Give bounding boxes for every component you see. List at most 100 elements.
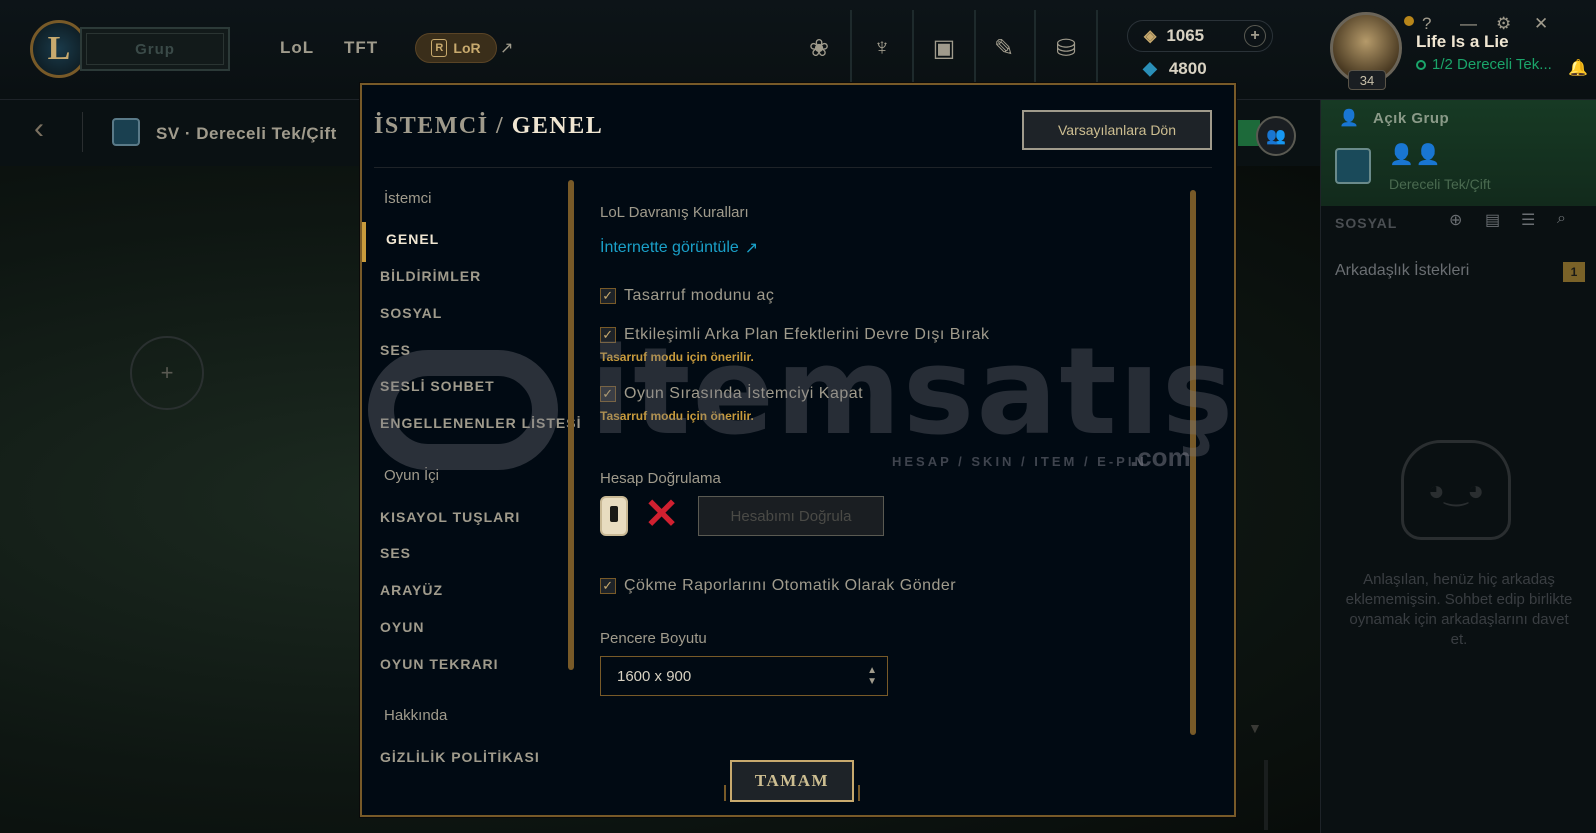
sidebar-section-ingame: Oyun İçi <box>384 467 440 484</box>
sidebar-scrollbar[interactable] <box>568 180 574 670</box>
settings-gear-icon[interactable]: ⚙ <box>1496 14 1511 34</box>
friend-requests-toggle[interactable]: Arkadaşlık İstekleri <box>1335 262 1469 280</box>
open-party-label: Açık Grup <box>1373 110 1450 127</box>
window-size-value: 1600 x 900 <box>617 667 692 685</box>
lobby-divider <box>82 112 83 152</box>
play-button[interactable]: Grup <box>80 27 230 71</box>
search-icon[interactable]: ⌕ <box>1557 210 1566 228</box>
unverified-x-icon: ✕ <box>644 490 680 537</box>
title-parent: İSTEMCİ <box>374 113 489 139</box>
checkbox-checked-icon[interactable]: ✓ <box>600 578 616 594</box>
friend-request-count: 1 <box>1563 262 1585 282</box>
nav-lor[interactable]: R LoR <box>415 33 497 63</box>
low-spec-hint: Tasarruf modu için önerilir. <box>600 350 754 364</box>
sidebar-item-general[interactable]: GENEL <box>386 231 439 247</box>
add-friend-icon[interactable]: ⊕ <box>1449 210 1462 230</box>
online-status-icon <box>1416 59 1426 70</box>
sidebar-item-interface[interactable]: ARAYÜZ <box>380 582 443 598</box>
select-arrows-icon: ▲ ▼ <box>867 665 877 687</box>
no-friends-message: Anlaşılan, henüz hiç arkadaş eklememişsi… <box>1345 571 1573 648</box>
party-queue-name: Dereceli Tek/Çift <box>1389 176 1491 192</box>
low-spec-hint: Tasarruf modu için önerilir. <box>600 409 754 423</box>
modal-divider <box>374 167 1212 168</box>
disable-bg-effects-toggle[interactable]: ✓ Etkileşimli Arka Plan Efektlerini Devr… <box>600 326 990 344</box>
queue-icon <box>112 118 140 146</box>
nav-divider <box>1096 10 1098 86</box>
disable-bg-effects-label: Etkileşimli Arka Plan Efektlerini Devre … <box>624 326 990 343</box>
tft-icon[interactable]: ♆ <box>862 28 902 68</box>
add-player-slot[interactable]: + <box>130 336 204 410</box>
summoner-status-text: 1/2 Dereceli Tek... <box>1432 56 1552 73</box>
back-arrow-icon[interactable]: ‹ <box>34 112 44 146</box>
minimize-icon[interactable]: — <box>1460 14 1477 34</box>
nav-lol[interactable]: LoL <box>280 38 314 58</box>
be-balance: ◆ 4800 <box>1143 58 1207 79</box>
sidebar-item-voice[interactable]: SESLİ SOHBET <box>380 378 495 394</box>
sidebar-item-ingame-sound[interactable]: SES <box>380 545 411 561</box>
help-icon[interactable]: ? <box>1422 14 1431 34</box>
window-size-select[interactable]: 1600 x 900 ▲ ▼ <box>600 656 888 696</box>
loot-icon[interactable]: ✎ <box>984 28 1024 68</box>
invite-friends-icon[interactable]: 👥 <box>1256 116 1296 156</box>
sidebar-item-game[interactable]: OYUN <box>380 619 424 635</box>
sidebar-item-notifications[interactable]: BİLDİRİMLER <box>380 268 481 284</box>
sidebar-item-hotkeys[interactable]: KISAYOL TUŞLARI <box>380 509 520 525</box>
rp-icon: ◈ <box>1144 28 1157 45</box>
social-panel: 👤 Açık Grup 👤👤 Dereceli Tek/Çift SOSYAL … <box>1320 100 1596 833</box>
add-rp-button[interactable]: + <box>1244 25 1266 47</box>
restore-defaults-button[interactable]: Varsayılanlara Dön <box>1022 110 1212 150</box>
crash-reports-toggle[interactable]: ✓ Çökme Raporlarını Otomatik Olarak Gönd… <box>600 577 956 595</box>
chevron-down-icon[interactable]: ▼ <box>1248 720 1262 736</box>
nav-divider <box>912 10 914 86</box>
low-spec-label: Tasarruf modunu aç <box>624 287 775 304</box>
ok-frame-left <box>724 785 728 801</box>
list-view-icon[interactable]: ☰ <box>1521 210 1535 230</box>
window-size-label: Pencere Boyutu <box>600 630 707 647</box>
sidebar-section-about: Hakkında <box>384 707 448 724</box>
content-scrollbar[interactable] <box>1190 190 1196 735</box>
sidebar-item-block-list[interactable]: ENGELLENENLER LİSTESİ <box>380 415 581 431</box>
phone-icon <box>600 496 628 536</box>
external-link-icon: ↗ <box>744 240 759 257</box>
close-icon[interactable]: ✕ <box>1534 14 1548 34</box>
verify-account-button[interactable]: Hesabımı Doğrula <box>698 496 884 536</box>
collection-icon[interactable]: ▣ <box>924 28 964 68</box>
queue-title: SV · Dereceli Tek/Çift <box>156 124 337 143</box>
checkbox-checked-icon[interactable]: ✓ <box>600 288 616 304</box>
rp-balance[interactable]: ◈ 1065 + <box>1127 20 1273 52</box>
sidebar-item-social[interactable]: SOSYAL <box>380 305 442 321</box>
add-folder-icon[interactable]: ▤ <box>1485 210 1500 230</box>
nav-divider <box>1034 10 1036 86</box>
checkbox-checked-icon[interactable]: ✓ <box>600 327 616 343</box>
ok-button[interactable]: TAMAM <box>730 760 854 802</box>
low-spec-toggle[interactable]: ✓ Tasarruf modunu aç <box>600 287 774 305</box>
sidebar-item-sound[interactable]: SES <box>380 342 411 358</box>
nav-tft[interactable]: TFT <box>344 38 378 58</box>
conduct-label: LoL Davranış Kuralları <box>600 204 749 221</box>
checkbox-checked-icon[interactable]: ✓ <box>600 386 616 402</box>
play-button-frame <box>86 33 224 65</box>
status-dot <box>1404 16 1414 26</box>
summoner-name: Life Is a Lie <box>1416 32 1509 51</box>
ok-frame-right <box>856 785 860 801</box>
be-amount: 4800 <box>1168 58 1207 78</box>
sidebar-active-indicator <box>362 222 366 262</box>
notification-bell-icon[interactable]: 🔔 <box>1568 58 1588 78</box>
rp-amount: 1065 <box>1166 26 1205 45</box>
sidebar-item-replays[interactable]: OYUN TEKRARI <box>380 656 499 672</box>
close-client-label: Oyun Sırasında İstemciyi Kapat <box>624 385 864 402</box>
conduct-link[interactable]: İnternette görüntüle ↗ <box>600 238 758 258</box>
nav-lor-label: LoR <box>453 40 481 56</box>
party-members-icon: 👤👤 <box>1389 144 1443 166</box>
home-icon[interactable]: ❀ <box>799 28 839 68</box>
nav-divider <box>974 10 976 86</box>
open-party-card[interactable]: 👤 Açık Grup 👤👤 Dereceli Tek/Çift <box>1321 100 1596 206</box>
close-client-toggle[interactable]: ✓ Oyun Sırasında İstemciyi Kapat <box>600 385 863 403</box>
summoner-status: 1/2 Dereceli Tek... <box>1416 56 1552 73</box>
crash-reports-label: Çökme Raporlarını Otomatik Olarak Gönder <box>624 577 957 594</box>
sidebar-item-privacy[interactable]: GİZLİLİK POLİTİKASI <box>380 749 540 765</box>
lobby-scrollbar[interactable] <box>1264 760 1268 830</box>
conduct-link-text: İnternette görüntüle <box>600 239 739 256</box>
store-icon[interactable]: ⛁ <box>1046 28 1086 68</box>
profile-area[interactable]: 34 Life Is a Lie 1/2 Dereceli Tek... ? —… <box>1320 8 1596 100</box>
